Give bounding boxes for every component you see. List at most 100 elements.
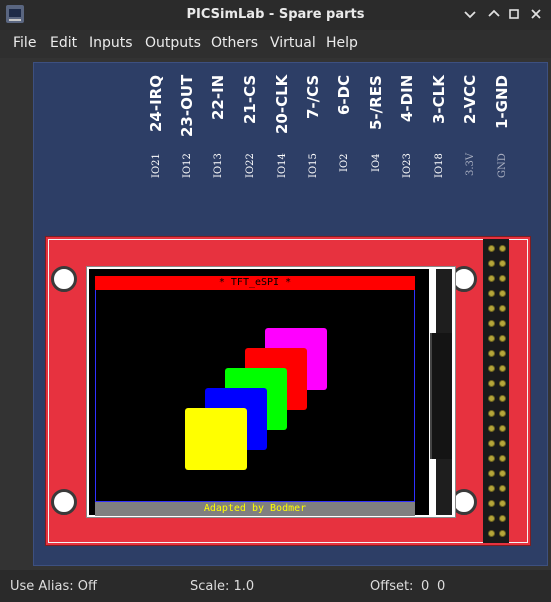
pin-23[interactable]: 23-OUT IO12 [178, 75, 202, 195]
pin-name: 24-IRQ [147, 75, 165, 132]
header-pin [488, 455, 495, 462]
pin-name: 22-IN [209, 75, 227, 121]
chevron-down-icon [464, 11, 476, 19]
status-bar: Use Alias: Off Scale: 1.0 Offset: 0 0 [0, 570, 551, 602]
header-pin [488, 365, 495, 372]
pin-header [483, 239, 509, 543]
menu-others[interactable]: Others [211, 35, 258, 51]
mounting-hole [51, 266, 77, 292]
chevron-up-icon [488, 9, 500, 17]
pin-func: GND [497, 153, 508, 178]
pin-name: 4-DIN [398, 75, 416, 123]
close-button[interactable] [528, 6, 544, 22]
status-alias: Use Alias: Off [10, 579, 97, 594]
yellow-square [185, 408, 247, 470]
pin-name: 5-/RES [367, 75, 385, 130]
header-pin [499, 245, 506, 252]
pin-func: IO22 [245, 153, 256, 178]
header-pin [488, 440, 495, 447]
header-pin [499, 425, 506, 432]
menu-edit[interactable]: Edit [50, 35, 77, 51]
pin-6[interactable]: 6-DC IO2 [335, 75, 359, 195]
menu-virtual[interactable]: Virtual [270, 35, 316, 51]
pin-1[interactable]: 1-GND GND [493, 75, 517, 195]
minimize-button[interactable] [462, 6, 478, 22]
menu-file[interactable]: File [13, 35, 36, 51]
lcd-screen[interactable]: * TFT_eSPI * Adapted by Bodmer [95, 276, 415, 516]
menu-bar: File Edit Inputs Outputs Others Virtual … [0, 30, 551, 58]
pin-21[interactable]: 21-CS IO22 [241, 75, 265, 195]
header-pin [499, 365, 506, 372]
status-offset-y: 0 [437, 579, 446, 594]
header-pin [488, 470, 495, 477]
pin-func: IO2 [339, 153, 350, 172]
header-pin [488, 500, 495, 507]
menu-outputs[interactable]: Outputs [145, 35, 201, 51]
square-icon [509, 9, 519, 19]
pin-4[interactable]: 4-DIN IO23 [398, 75, 422, 195]
maximize-button[interactable] [506, 6, 522, 22]
header-pin [499, 515, 506, 522]
header-pin [499, 335, 506, 342]
menu-inputs[interactable]: Inputs [89, 35, 133, 51]
header-pin [488, 350, 495, 357]
pin-name: 21-CS [241, 75, 259, 125]
pin-3[interactable]: 3-CLK IO18 [430, 75, 454, 195]
mounting-hole [51, 489, 77, 515]
pin-func: IO18 [434, 153, 445, 178]
pin-2[interactable]: 2-VCC 3.3V [461, 75, 485, 195]
pin-func: IO23 [402, 153, 413, 178]
pin-func: IO13 [213, 153, 224, 178]
pin-5[interactable]: 5-/RES IO4 [367, 75, 391, 195]
header-pin [488, 530, 495, 537]
lcd-footer-text: Adapted by Bodmer [95, 502, 415, 516]
pin-func: IO12 [182, 153, 193, 178]
tft-pcb: * TFT_eSPI * Adapted by Bodmer [45, 236, 531, 546]
pin-name: 20-CLK [273, 75, 291, 135]
header-pin [499, 320, 506, 327]
menu-help[interactable]: Help [326, 35, 358, 51]
header-pin [488, 290, 495, 297]
pin-7[interactable]: 7-/CS IO15 [304, 75, 328, 195]
close-icon [531, 9, 541, 19]
header-pin [488, 275, 495, 282]
workspace: 24-IRQ IO21 23-OUT IO12 22-IN IO13 21-CS… [0, 58, 551, 570]
status-offset-x: 0 [421, 579, 430, 594]
flex-connector-latch [430, 333, 452, 459]
pin-22[interactable]: 22-IN IO13 [209, 75, 233, 195]
header-pin [488, 380, 495, 387]
title-bar: PICSimLab - Spare parts [0, 0, 551, 30]
header-pin [488, 260, 495, 267]
lcd-module: * TFT_eSPI * Adapted by Bodmer [86, 266, 456, 518]
header-pin [499, 260, 506, 267]
pin-name: 23-OUT [178, 75, 196, 138]
header-pin [499, 530, 506, 537]
lcd-header-text: * TFT_eSPI * [95, 276, 415, 290]
pin-24[interactable]: 24-IRQ IO21 [147, 75, 171, 195]
header-pin [499, 500, 506, 507]
header-pin [499, 275, 506, 282]
header-pin [488, 320, 495, 327]
header-pin [499, 305, 506, 312]
header-pin [488, 410, 495, 417]
pin-func: IO4 [371, 153, 382, 172]
header-pin [499, 380, 506, 387]
pin-func: IO15 [308, 153, 319, 178]
status-offset-label: Offset: [370, 579, 414, 594]
header-pin [499, 455, 506, 462]
header-pin [488, 425, 495, 432]
header-pin [499, 470, 506, 477]
restore-button[interactable] [486, 6, 502, 22]
lcd-bezel: * TFT_eSPI * Adapted by Bodmer [89, 269, 429, 516]
status-scale: Scale: 1.0 [190, 579, 255, 594]
header-pin [488, 515, 495, 522]
header-pin [499, 350, 506, 357]
header-pin [488, 245, 495, 252]
header-pin [488, 485, 495, 492]
pin-name: 1-GND [493, 75, 511, 129]
pin-name: 6-DC [335, 75, 353, 116]
pin-func: IO21 [151, 153, 162, 178]
header-pin [499, 440, 506, 447]
pin-20[interactable]: 20-CLK IO14 [273, 75, 297, 195]
pin-name: 3-CLK [430, 75, 448, 124]
